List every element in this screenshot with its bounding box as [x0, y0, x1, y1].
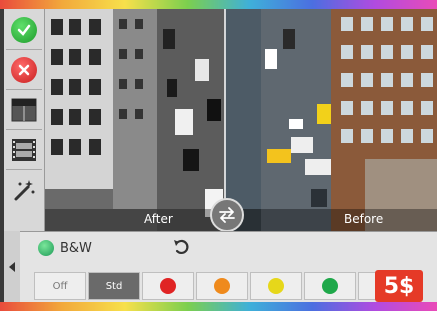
yellow-dot-icon	[268, 278, 284, 294]
swap-arrows-icon	[219, 207, 235, 223]
close-icon	[11, 57, 37, 83]
filter-indicator-icon	[38, 240, 54, 256]
filter-toolbar: B&W Off Std	[4, 231, 437, 303]
swap-compare-button[interactable]	[210, 198, 244, 231]
filmstrip-icon	[12, 139, 36, 161]
top-rainbow-bar	[0, 0, 437, 9]
undo-button[interactable]	[172, 237, 192, 261]
preset-yellow[interactable]	[250, 272, 302, 300]
checkmark-icon	[11, 17, 37, 43]
collapse-toolbar-button[interactable]	[4, 231, 20, 302]
chevron-left-icon	[9, 261, 15, 272]
orange-dot-icon	[214, 278, 230, 294]
preset-std[interactable]: Std	[88, 272, 140, 300]
cancel-button[interactable]	[6, 51, 42, 90]
photo-editor: After Before B&W Off Std	[4, 9, 437, 303]
compare-view-button[interactable]	[6, 91, 42, 130]
preset-off[interactable]: Off	[34, 272, 86, 300]
preset-red[interactable]	[142, 272, 194, 300]
watermark-logo: 5$	[375, 270, 423, 302]
apply-button[interactable]	[6, 11, 42, 50]
after-label: After	[144, 212, 173, 226]
split-view-icon	[11, 98, 37, 122]
before-label: Before	[344, 212, 384, 226]
side-toolbar	[4, 9, 45, 231]
bottom-rainbow-bar	[0, 302, 437, 311]
filter-name: B&W	[60, 241, 92, 256]
auto-enhance-button[interactable]	[6, 171, 42, 209]
preset-orange[interactable]	[196, 272, 248, 300]
street-photo	[45, 9, 437, 231]
red-dot-icon	[160, 278, 176, 294]
green-dot-icon	[322, 278, 338, 294]
preset-green[interactable]	[304, 272, 356, 300]
undo-icon	[174, 239, 189, 254]
compare-photo[interactable]: After Before	[45, 9, 437, 231]
filmstrip-button[interactable]	[6, 131, 42, 170]
magic-wand-icon	[14, 180, 35, 201]
